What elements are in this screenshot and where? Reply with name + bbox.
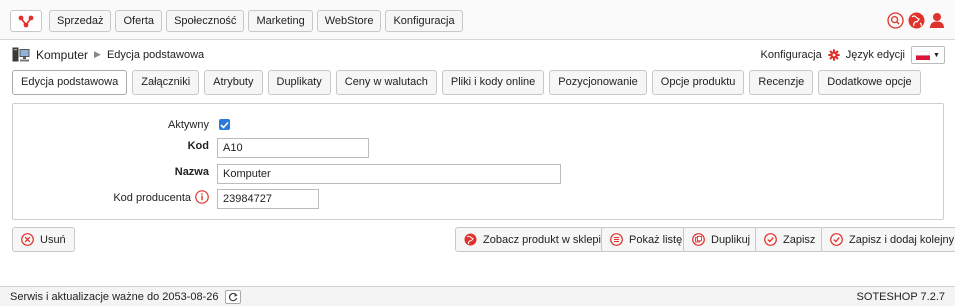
top-bar: Sprzedaż Oferta Społeczność Marketing We… [0,0,955,40]
breadcrumb: Komputer ▶ Edycja podstawowa [12,47,204,62]
tab-recenzje[interactable]: Recenzje [749,70,814,95]
version-label: SOTESHOP 7.2.7 [856,291,945,303]
breadcrumb-current: Edycja podstawowa [106,48,205,61]
view-in-store-button[interactable]: Zobacz produkt w sklepie [455,227,617,252]
tab-opcje-produktu[interactable]: Opcje produktu [651,70,745,95]
nav-webstore[interactable]: WebStore [316,10,382,32]
tab-pozycjonowanie[interactable]: Pozycjonowanie [549,70,647,95]
language-select[interactable]: ▼ [911,46,945,64]
producer-code-label: Kod producenta [113,192,191,204]
nav-konfiguracja[interactable]: Konfiguracja [385,10,463,32]
save-label: Zapisz [783,233,816,246]
product-form: Aktywny Kod Nazwa Kod producenta [12,103,944,220]
footer: Serwis i aktualizacje ważne do 2053-08-2… [0,286,955,306]
config-link[interactable]: Konfiguracja [761,49,822,61]
computer-product-icon [12,47,30,62]
duplicate-label: Duplikuj [711,233,751,246]
nav-marketing[interactable]: Marketing [248,10,313,32]
kod-input[interactable] [217,138,369,158]
nav-spolecznosc[interactable]: Społeczność [166,10,245,32]
product-tabs: Edycja podstawowa Załączniki Atrybuty Du… [12,70,921,95]
nav-sprzedaz[interactable]: Sprzedaż [49,10,112,32]
footer-service: Serwis i aktualizacje ważne do 2053-08-2… [10,290,241,304]
chevron-down-icon: ▼ [933,51,940,59]
delete-label: Usuń [40,233,66,246]
info-icon[interactable] [195,190,209,204]
breadcrumb-tools: Konfiguracja Język edycji ▼ [761,46,945,64]
kod-label: Kod [187,140,209,152]
save-button[interactable]: Zapisz [755,227,825,252]
check-circle-icon [764,233,777,246]
globe-icon[interactable] [908,12,925,29]
breadcrumb-row: Komputer ▶ Edycja podstawowa Konfiguracj… [0,44,955,66]
nav-oferta[interactable]: Oferta [115,10,163,32]
duplicate-button[interactable]: Duplikuj [683,227,760,252]
gear-icon[interactable] [828,49,840,61]
tab-dodatkowe-opcje[interactable]: Dodatkowe opcje [818,70,921,95]
show-list-label: Pokaż listę [629,233,683,246]
globe-icon [464,233,477,246]
service-validity-text: Serwis i aktualizacje ważne do 2053-08-2… [10,291,219,303]
edit-language-label: Język edycji [845,49,905,61]
main-nav: Sprzedaż Oferta Społeczność Marketing We… [49,10,463,32]
breadcrumb-root[interactable]: Komputer [36,48,88,62]
active-checkbox[interactable] [219,119,230,130]
tab-pliki-i-kody-online[interactable]: Pliki i kody online [441,70,545,95]
soteshop-logo-icon [18,15,34,28]
home-logo-button[interactable] [10,10,42,32]
search-icon[interactable] [887,12,904,29]
checkmark-icon [220,121,229,129]
poland-flag-icon [916,50,931,60]
refresh-button[interactable] [224,290,241,304]
view-in-store-label: Zobacz produkt w sklepie [483,233,608,246]
producer-code-input[interactable] [217,189,319,209]
breadcrumb-separator-icon: ▶ [94,49,101,59]
tab-edycja-podstawowa[interactable]: Edycja podstawowa [12,70,128,95]
nazwa-input[interactable] [217,164,561,184]
tab-zalaczniki[interactable]: Załączniki [132,70,200,95]
top-icons [887,12,945,29]
nazwa-label: Nazwa [174,166,209,178]
delete-icon [21,233,34,246]
save-and-add-label: Zapisz i dodaj kolejny [849,233,955,246]
save-and-add-button[interactable]: Zapisz i dodaj kolejny [821,227,955,252]
refresh-icon [228,292,238,302]
tab-duplikaty[interactable]: Duplikaty [267,70,331,95]
delete-button[interactable]: Usuń [12,227,75,252]
duplicate-icon [692,233,705,246]
user-icon[interactable] [929,12,945,29]
active-label: Aktywny [168,119,209,131]
list-icon [610,233,623,246]
check-circle-icon [830,233,843,246]
tab-atrybuty[interactable]: Atrybuty [204,70,263,95]
show-list-button[interactable]: Pokaż listę [601,227,692,252]
tab-ceny-w-walutach[interactable]: Ceny w walutach [335,70,437,95]
